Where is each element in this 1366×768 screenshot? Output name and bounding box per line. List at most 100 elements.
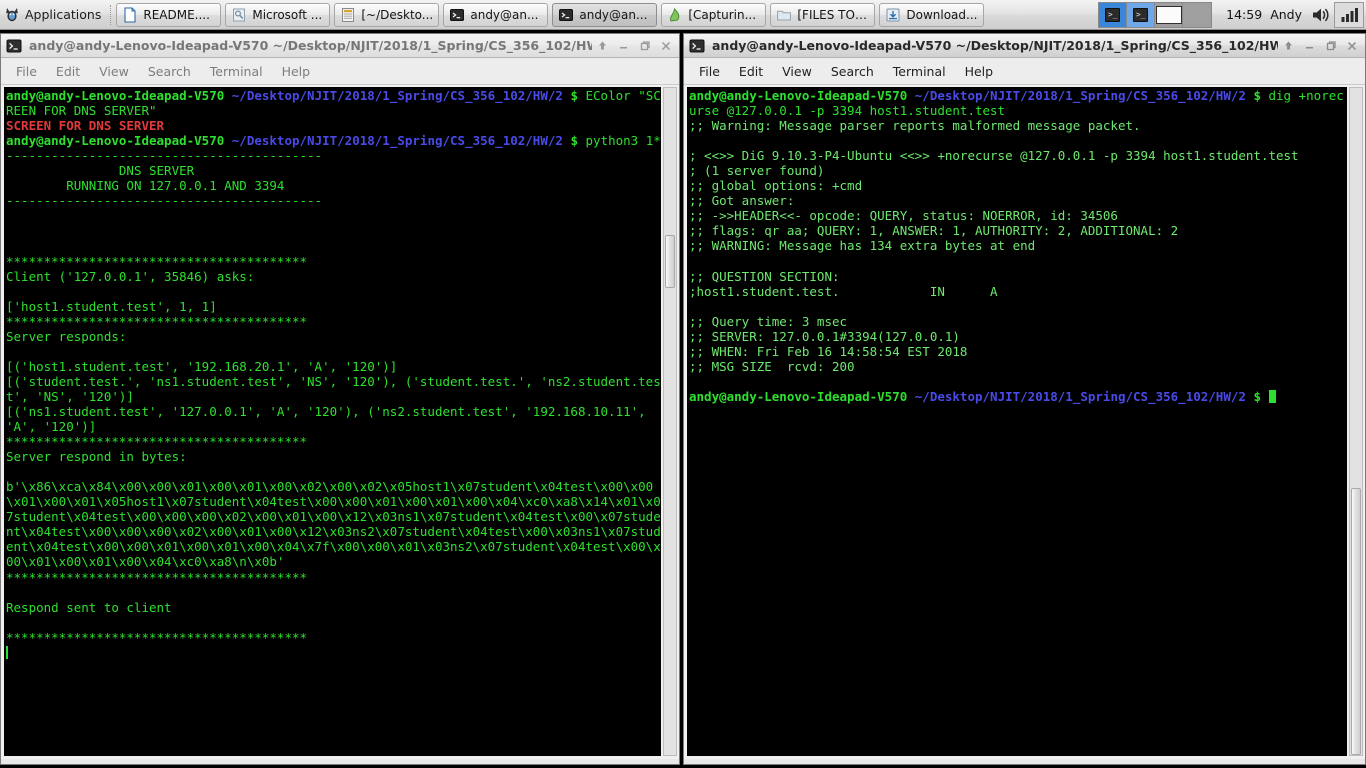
menu-edit[interactable]: Edit (47, 61, 89, 82)
taskbar-window-files-to[interactable]: [FILES TO ... (770, 2, 876, 27)
taskbar-separator (110, 4, 112, 25)
document-icon (124, 6, 136, 23)
menu-view[interactable]: View (773, 61, 821, 82)
prompt-userhost: andy@andy-Lenovo-Ideapad-V570 (689, 88, 908, 103)
menu-help[interactable]: Help (956, 61, 1003, 82)
applications-menu-button[interactable]: Applications (0, 1, 108, 29)
terminal-area-left: andy@andy-Lenovo-Ideapad-V570 ~/Desktop/… (1, 85, 679, 759)
taskbar-window-label: Download... (906, 7, 978, 22)
menu-edit[interactable]: Edit (730, 61, 772, 82)
terminal-window-right[interactable]: andy@andy-Lenovo-Ideapad-V570 ~/Desktop/… (683, 33, 1366, 765)
taskbar-window-microsoft[interactable]: Microsoft ... (225, 2, 331, 27)
clock[interactable]: 14:59 (1218, 7, 1270, 22)
terminal-icon (559, 8, 574, 21)
terminal-output-right: andy@andy-Lenovo-Ideapad-V570 ~/Desktop/… (689, 88, 1347, 404)
taskbar-window-file-manager[interactable]: [~/Deskto... (334, 2, 440, 27)
taskbar-window-readme[interactable]: README.... (116, 2, 222, 27)
prompt-userhost: andy@andy-Lenovo-Ideapad-V570 (6, 133, 225, 149)
prompt-path: ~/Desktop/NJIT/2018/1_Spring/CS_356_102/… (231, 88, 563, 103)
taskbar: Applications README.... Microsoft ... [~… (0, 0, 1366, 30)
taskbar-window-label: [FILES TO ... (797, 7, 870, 22)
window-icon (1155, 5, 1182, 24)
user-name-label[interactable]: Andy (1270, 7, 1308, 22)
terminal-window-left[interactable]: andy@andy-Lenovo-Ideapad-V570 ~/Desktop/… (0, 33, 680, 765)
window-title-right: andy@andy-Lenovo-Ideapad-V570 ~/Desktop/… (712, 38, 1278, 53)
prompt-sign: $ (570, 133, 578, 149)
taskbar-window-label: README.... (143, 7, 210, 22)
window-controls-left (592, 36, 676, 56)
statusbar-right (684, 759, 1365, 764)
terminal-output-left: andy@andy-Lenovo-Ideapad-V570 ~/Desktop/… (6, 88, 661, 660)
menu-file[interactable]: File (7, 61, 46, 82)
prompt-userhost: andy@andy-Lenovo-Ideapad-V570 (6, 88, 225, 103)
text-cursor (6, 645, 8, 659)
terminal-screen-right[interactable]: andy@andy-Lenovo-Ideapad-V570 ~/Desktop/… (687, 87, 1347, 756)
menubar-left: File Edit View Search Terminal Help (1, 58, 679, 85)
titlebar-left[interactable]: andy@andy-Lenovo-Ideapad-V570 ~/Desktop/… (1, 34, 679, 58)
scrollbar-thumb[interactable] (665, 234, 675, 289)
statusbar-left (1, 759, 679, 764)
taskbar-window-label: andy@an... (470, 7, 539, 22)
menu-terminal[interactable]: Terminal (201, 61, 272, 82)
window-button-list: README.... Microsoft ... [~/Deskto... an… (114, 2, 985, 27)
image-viewer-icon (233, 8, 246, 21)
menu-view[interactable]: View (90, 61, 138, 82)
workspace-switcher[interactable]: >_ >_ (1098, 1, 1213, 28)
text-cursor (1268, 389, 1276, 403)
download-icon (886, 8, 900, 21)
terminal-screen-left[interactable]: andy@andy-Lenovo-Ideapad-V570 ~/Desktop/… (4, 87, 661, 756)
taskbar-window-terminal-2[interactable]: andy@an... (552, 2, 658, 27)
workspace-2[interactable]: >_ (1127, 2, 1156, 27)
scrollbar-thumb[interactable] (1351, 488, 1361, 755)
terminal-icon (450, 8, 465, 21)
taskbar-window-label: Microsoft ... (252, 7, 323, 22)
applications-menu-label: Applications (25, 7, 102, 22)
window-title-left: andy@andy-Lenovo-Ideapad-V570 ~/Desktop/… (29, 38, 592, 53)
file-manager-icon (342, 7, 355, 22)
maximize-button[interactable] (634, 36, 655, 56)
network-signal-tray[interactable] (1334, 1, 1364, 28)
command-line-2: python3 1* (577, 133, 661, 149)
prompt-sign: $ (1253, 88, 1261, 103)
taskbar-window-downloads[interactable]: Download... (879, 2, 985, 27)
maximize-button[interactable] (1320, 36, 1341, 56)
menubar-right: File Edit View Search Terminal Help (684, 58, 1365, 85)
window-controls-right (1278, 36, 1362, 56)
terminal-icon (689, 39, 705, 52)
terminal-icon (6, 39, 22, 52)
prompt-userhost: andy@andy-Lenovo-Ideapad-V570 (689, 388, 908, 404)
terminal-area-right: andy@andy-Lenovo-Ideapad-V570 ~/Desktop/… (684, 85, 1365, 759)
close-button[interactable] (655, 36, 676, 56)
taskbar-window-label: [Capturin... (688, 7, 757, 22)
workspace-1[interactable]: >_ (1099, 2, 1128, 27)
red-banner: SCREEN FOR DNS SERVER (6, 118, 165, 134)
menu-file[interactable]: File (690, 61, 729, 82)
prompt-path: ~/Desktop/NJIT/2018/1_Spring/CS_356_102/… (914, 88, 1246, 103)
taskbar-window-label: andy@an... (579, 7, 648, 22)
xfce-mouse-icon (6, 7, 18, 21)
close-button[interactable] (1341, 36, 1362, 56)
taskbar-window-terminal-1[interactable]: andy@an... (443, 2, 549, 27)
taskbar-window-capturing[interactable]: [Capturin... (661, 2, 767, 27)
scrollbar-left[interactable] (663, 87, 677, 756)
workspace-3[interactable] (1155, 2, 1184, 27)
titlebar-right[interactable]: andy@andy-Lenovo-Ideapad-V570 ~/Desktop/… (684, 34, 1365, 58)
scrollbar-right[interactable] (1349, 87, 1363, 756)
prompt-path: ~/Desktop/NJIT/2018/1_Spring/CS_356_102/… (914, 388, 1246, 404)
menu-terminal[interactable]: Terminal (884, 61, 955, 82)
shade-button[interactable] (592, 36, 613, 56)
prompt-sign: $ (1253, 388, 1261, 404)
shade-button[interactable] (1278, 36, 1299, 56)
workspace-4[interactable] (1183, 3, 1211, 27)
prompt-path: ~/Desktop/NJIT/2018/1_Spring/CS_356_102/… (231, 133, 563, 149)
prompt-sign: $ (570, 88, 578, 103)
server-output-left: ----------------------------------------… (6, 148, 661, 645)
minimize-button[interactable] (1299, 36, 1320, 56)
terminal-icon: >_ (1105, 7, 1121, 22)
minimize-button[interactable] (613, 36, 634, 56)
menu-search[interactable]: Search (822, 61, 883, 82)
network-signal-icon (1341, 7, 1358, 22)
menu-help[interactable]: Help (273, 61, 320, 82)
menu-search[interactable]: Search (139, 61, 200, 82)
volume-icon[interactable] (1310, 4, 1332, 26)
